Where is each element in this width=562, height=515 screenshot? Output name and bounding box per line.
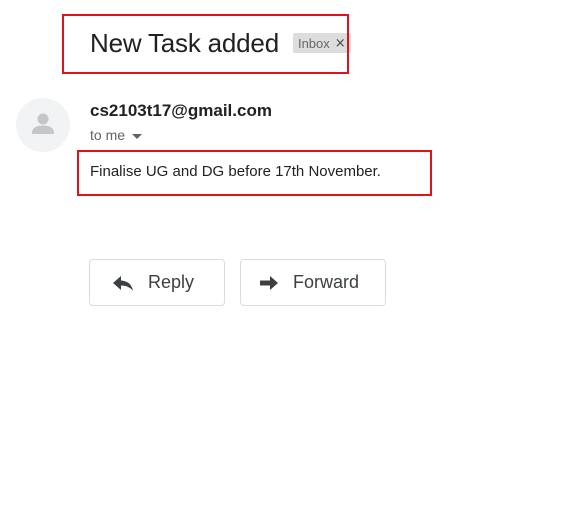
- message-body: Finalise UG and DG before 17th November.: [90, 163, 381, 180]
- inbox-label-chip[interactable]: Inbox ×: [292, 33, 351, 53]
- recipient-details-toggle[interactable]: to me: [90, 127, 143, 143]
- email-subject: New Task added: [90, 28, 279, 58]
- remove-label-icon[interactable]: ×: [335, 36, 346, 51]
- sender-email: cs2103t17@gmail.com: [90, 101, 272, 120]
- sender-avatar[interactable]: [16, 98, 70, 152]
- reply-label: Reply: [148, 272, 195, 292]
- forward-button[interactable]: Forward: [240, 259, 386, 306]
- reply-button[interactable]: Reply: [89, 259, 225, 306]
- recipient-text: to me: [90, 127, 126, 143]
- person-icon: [32, 113, 54, 134]
- inbox-label-text: Inbox: [297, 35, 330, 51]
- chevron-down-icon[interactable]: [132, 133, 143, 139]
- subject-row: New Task added Inbox ×: [90, 26, 351, 60]
- forward-label: Forward: [293, 272, 360, 292]
- reply-icon: [112, 275, 134, 291]
- forward-icon: [259, 275, 279, 291]
